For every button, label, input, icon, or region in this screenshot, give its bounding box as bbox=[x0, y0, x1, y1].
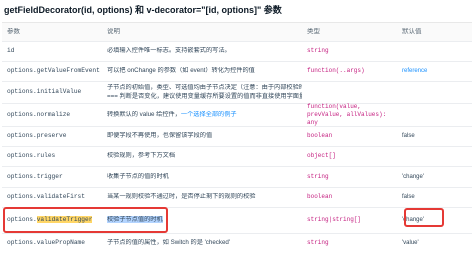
param-default-link[interactable]: reference bbox=[397, 67, 472, 75]
param-desc: 收集子节点的值的时机 bbox=[107, 172, 169, 180]
param-type: string|string[] bbox=[307, 216, 362, 224]
param-desc: 即便字段不再使用，也保留该字段的值 bbox=[107, 132, 213, 140]
param-type: function(value, prevValue, allValues): a… bbox=[307, 102, 387, 127]
column-header-param: 参数 bbox=[7, 27, 20, 35]
table-row: options.trigger 收集子节点的值的时机 string 'chang… bbox=[2, 167, 472, 188]
param-desc: 校验规则，参考下方文档 bbox=[107, 152, 176, 160]
example-link[interactable]: 一个选择全部的例子 bbox=[181, 111, 237, 118]
param-default: 'change' bbox=[402, 173, 424, 180]
param-desc: 子节点的初始值，类型、可选值均由子节点决定（注意：由于内部校验时使用 === 判… bbox=[107, 84, 302, 100]
column-header-default: 默认值 bbox=[402, 27, 422, 35]
param-type: boolean bbox=[307, 193, 333, 201]
column-header-type: 类型 bbox=[307, 27, 320, 35]
table-row: options.normalize 转换默认的 value 给控件，一个选择全部… bbox=[2, 102, 472, 127]
table-row: options.initialValue 子节点的初始值，类型、可选值均由子节点… bbox=[2, 82, 472, 104]
table-row: options.preserve 即便字段不再使用，也保留该字段的值 boole… bbox=[2, 127, 472, 147]
param-desc: 可以把 onChange 的参数（如 event）转化为控件的值 bbox=[107, 67, 255, 75]
param-desc: 子节点的值的属性，如 Switch 的是 'checked' bbox=[107, 239, 231, 247]
param-type: function(..args) bbox=[307, 67, 365, 75]
table-row: options.getValueFromEvent 可以把 onChange 的… bbox=[2, 62, 472, 82]
table-row: options.validateFirst 当某一规则校验不通过时，是否停止剩下… bbox=[2, 188, 472, 208]
table-row: options.valuePropName 子节点的值的属性，如 Switch … bbox=[2, 234, 472, 253]
param-name: options.normalize bbox=[7, 110, 71, 118]
param-name: options.initialValue bbox=[7, 88, 82, 96]
param-name: options.trigger bbox=[7, 172, 63, 180]
param-type: string bbox=[307, 172, 329, 180]
param-default: 'value' bbox=[402, 240, 419, 247]
param-name: options.preserve bbox=[7, 132, 67, 140]
param-type: string bbox=[307, 239, 329, 247]
param-desc: 必填输入控件唯一标志。支持嵌套式的写法。 bbox=[107, 47, 231, 55]
param-name: options.getValueFromEvent bbox=[7, 67, 100, 75]
param-desc: 转换默认的 value 给控件，一个选择全部的例子 bbox=[107, 110, 237, 118]
param-default: false bbox=[402, 133, 415, 140]
annotation-box-default bbox=[404, 208, 444, 227]
param-type: boolean bbox=[307, 132, 333, 140]
param-name: options.rules bbox=[7, 152, 56, 160]
param-default: false bbox=[402, 194, 415, 201]
table-header-row: 参数 说明 类型 默认值 bbox=[2, 23, 472, 42]
table-row: id 必填输入控件唯一标志。支持嵌套式的写法。 string bbox=[2, 42, 472, 62]
param-name: options.validateFirst bbox=[7, 193, 85, 201]
table-row: options.rules 校验规则，参考下方文档 object[] bbox=[2, 147, 472, 167]
param-desc: 当某一规则校验不通过时，是否停止剩下的规则的校验 bbox=[107, 193, 256, 201]
param-type: string bbox=[307, 47, 329, 55]
column-header-desc: 说明 bbox=[107, 27, 120, 35]
param-name: id bbox=[7, 47, 15, 55]
annotation-box-row bbox=[3, 207, 168, 233]
param-name: options.valuePropName bbox=[7, 239, 85, 247]
param-type: object[] bbox=[307, 152, 336, 160]
page-title: getFieldDecorator(id, options) 和 v-decor… bbox=[4, 5, 282, 15]
